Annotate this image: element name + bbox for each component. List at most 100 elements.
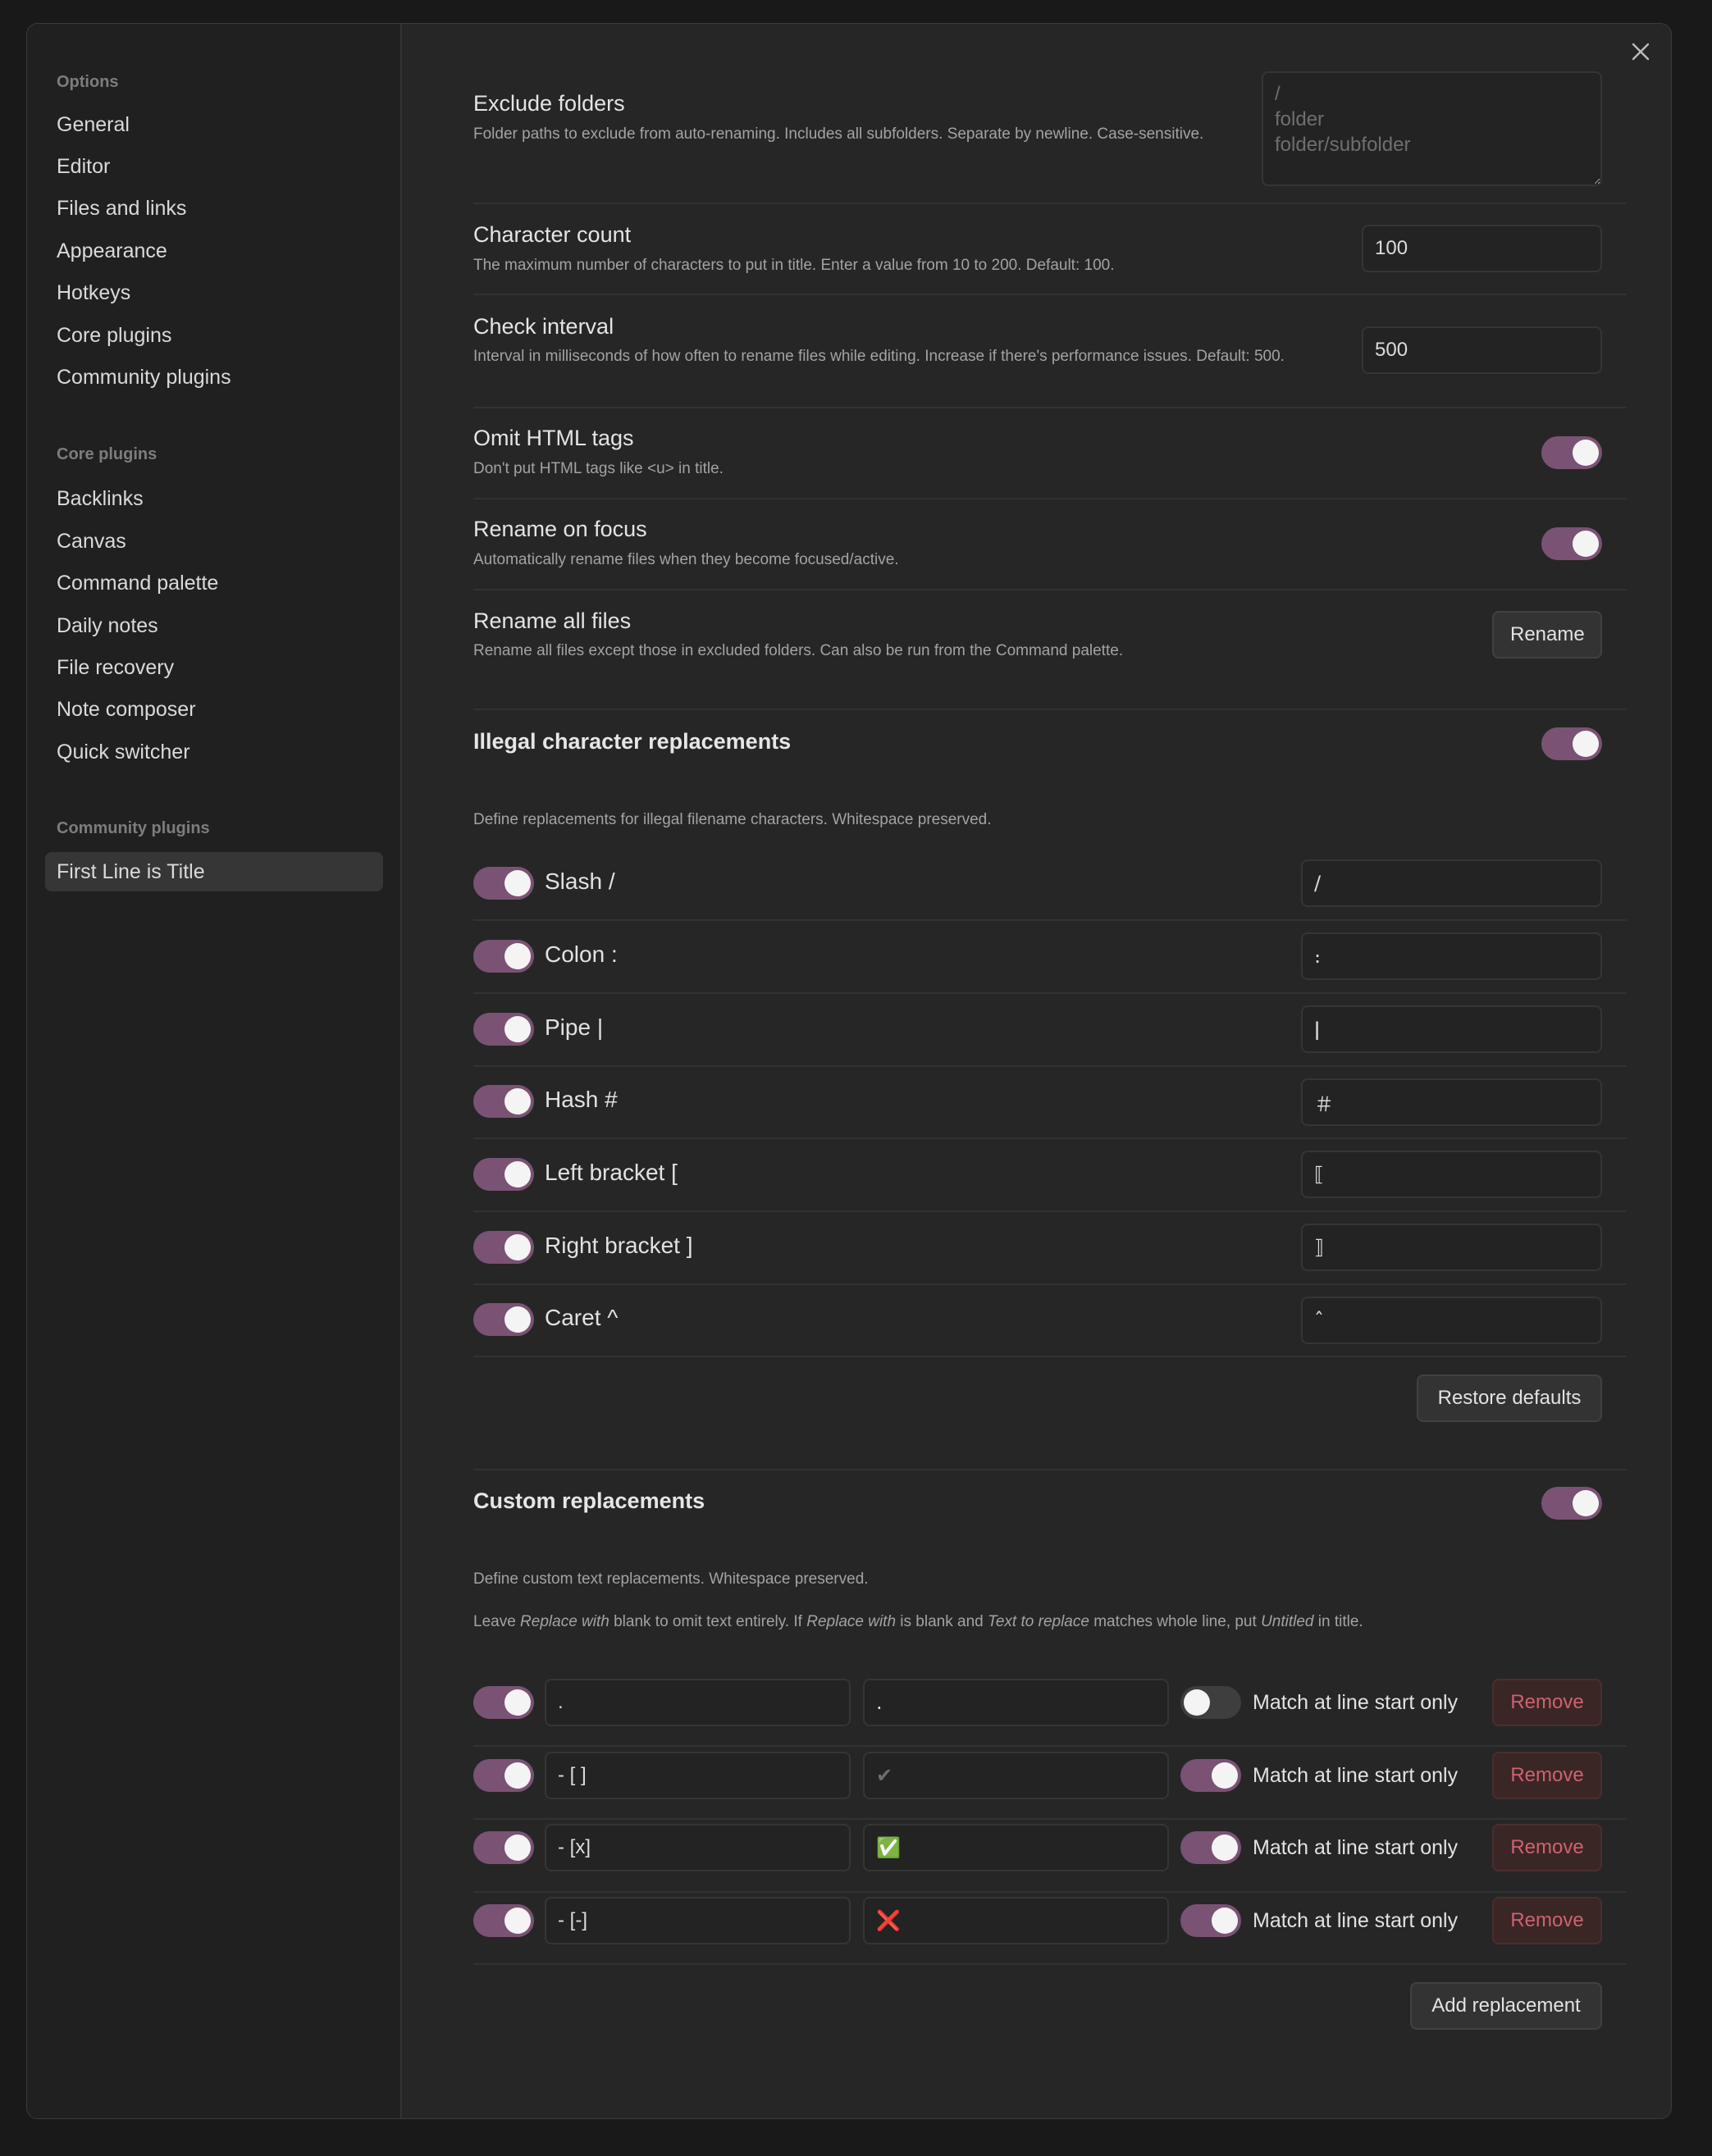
custom-row-toggle[interactable] bbox=[473, 1904, 534, 1937]
sidebar-item-hotkeys[interactable]: Hotkeys bbox=[45, 273, 383, 312]
replace-with-input[interactable] bbox=[863, 1897, 1169, 1944]
custom-row-toggle[interactable] bbox=[473, 1831, 534, 1864]
sidebar-item-canvas[interactable]: Canvas bbox=[45, 522, 383, 561]
custom-row-toggle[interactable] bbox=[473, 1686, 534, 1719]
divider bbox=[473, 1210, 1627, 1212]
sidebar-item-file-recovery[interactable]: File recovery bbox=[45, 648, 383, 687]
match-line-start-toggle[interactable] bbox=[1180, 1831, 1241, 1864]
rename-all-title: Rename all files bbox=[473, 609, 632, 633]
match-line-start-label: Match at line start only bbox=[1253, 1909, 1459, 1932]
remove-button[interactable]: Remove bbox=[1492, 1824, 1602, 1871]
text-to-replace-input[interactable] bbox=[545, 1679, 851, 1726]
rename-button[interactable]: Rename bbox=[1492, 611, 1602, 659]
caret-replacement-input[interactable] bbox=[1301, 1297, 1602, 1344]
divider bbox=[473, 1963, 1627, 1965]
divider bbox=[473, 498, 1627, 499]
illegal-toggle[interactable] bbox=[1541, 727, 1602, 760]
settings-content: Exclude folders Folder paths to exclude … bbox=[473, 24, 1627, 2118]
sidebar-group-core-plugins: Core plugins bbox=[57, 445, 158, 463]
replace-with-input[interactable] bbox=[863, 1752, 1169, 1799]
pipe-toggle[interactable] bbox=[473, 1013, 534, 1046]
pipe-replacement-input[interactable] bbox=[1301, 1005, 1602, 1053]
custom-heading: Custom replacements bbox=[473, 1488, 705, 1513]
custom-toggle[interactable] bbox=[1541, 1487, 1602, 1520]
right-bracket-toggle[interactable] bbox=[473, 1231, 534, 1264]
omit-html-title: Omit HTML tags bbox=[473, 426, 634, 450]
add-replacement-button[interactable]: Add replacement bbox=[1410, 1982, 1602, 2030]
check-interval-input[interactable] bbox=[1362, 326, 1602, 374]
sidebar-group-options: Options bbox=[57, 73, 119, 91]
match-line-start-toggle[interactable] bbox=[1180, 1759, 1241, 1792]
replace-with-input[interactable] bbox=[863, 1679, 1169, 1726]
character-count-desc: The maximum number of characters to put … bbox=[473, 257, 1115, 274]
sidebar-item-note-composer[interactable]: Note composer bbox=[45, 690, 383, 729]
divider bbox=[473, 709, 1627, 710]
slash-toggle[interactable] bbox=[473, 867, 534, 900]
omit-html-toggle[interactable] bbox=[1541, 436, 1602, 469]
sidebar-item-appearance[interactable]: Appearance bbox=[45, 231, 383, 271]
match-line-start-label: Match at line start only bbox=[1253, 1764, 1459, 1787]
divider bbox=[473, 589, 1627, 590]
caret-toggle[interactable] bbox=[473, 1303, 534, 1336]
divider bbox=[473, 1356, 1627, 1357]
sidebar-item-community-plugins[interactable]: Community plugins bbox=[45, 358, 383, 397]
remove-button[interactable]: Remove bbox=[1492, 1679, 1602, 1726]
right-bracket-replacement-input[interactable] bbox=[1301, 1224, 1602, 1271]
sidebar-group-community-plugins: Community plugins bbox=[57, 819, 210, 837]
colon-toggle[interactable] bbox=[473, 940, 534, 973]
divider bbox=[473, 1283, 1627, 1285]
sidebar-item-core-plugins[interactable]: Core plugins bbox=[45, 316, 383, 355]
hash-toggle[interactable] bbox=[473, 1085, 534, 1118]
custom-desc: Define custom text replacements. Whitesp… bbox=[473, 1570, 869, 1588]
divider bbox=[473, 1745, 1627, 1747]
check-interval-desc: Interval in milliseconds of how often to… bbox=[473, 348, 1285, 365]
sidebar-item-general[interactable]: General bbox=[45, 105, 383, 144]
right-bracket-label: Right bracket ] bbox=[545, 1233, 693, 1258]
exclude-folders-desc: Folder paths to exclude from auto-renami… bbox=[473, 125, 1204, 143]
settings-sidebar: Options General Editor Files and links A… bbox=[27, 24, 402, 2118]
character-count-input[interactable] bbox=[1362, 225, 1602, 272]
close-button[interactable] bbox=[1626, 37, 1655, 66]
slash-label: Slash / bbox=[545, 868, 615, 894]
sidebar-item-command-palette[interactable]: Command palette bbox=[45, 563, 383, 603]
colon-replacement-input[interactable] bbox=[1301, 932, 1602, 980]
illegal-heading: Illegal character replacements bbox=[473, 729, 792, 754]
divider bbox=[473, 919, 1627, 921]
sidebar-item-backlinks[interactable]: Backlinks bbox=[45, 479, 383, 518]
custom-instructions: Leave Replace with blank to omit text en… bbox=[473, 1613, 1363, 1630]
rename-focus-desc: Automatically rename files when they bec… bbox=[473, 551, 899, 568]
slash-replacement-input[interactable] bbox=[1301, 859, 1602, 907]
custom-row-toggle[interactable] bbox=[473, 1759, 534, 1792]
exclude-folders-title: Exclude folders bbox=[473, 91, 625, 116]
character-count-title: Character count bbox=[473, 222, 632, 247]
left-bracket-label: Left bracket [ bbox=[545, 1160, 678, 1185]
match-line-start-toggle[interactable] bbox=[1180, 1904, 1241, 1937]
divider bbox=[473, 294, 1627, 295]
sidebar-item-editor[interactable]: Editor bbox=[45, 147, 383, 186]
text-to-replace-input[interactable] bbox=[545, 1824, 851, 1871]
sidebar-item-files-and-links[interactable]: Files and links bbox=[45, 189, 383, 228]
match-line-start-toggle[interactable] bbox=[1180, 1686, 1241, 1719]
sidebar-item-daily-notes[interactable]: Daily notes bbox=[45, 606, 383, 645]
divider bbox=[473, 1469, 1627, 1470]
left-bracket-toggle[interactable] bbox=[473, 1158, 534, 1191]
remove-button[interactable]: Remove bbox=[1492, 1897, 1602, 1944]
text-to-replace-input[interactable] bbox=[545, 1897, 851, 1944]
sidebar-item-first-line-is-title[interactable]: First Line is Title bbox=[45, 852, 383, 891]
hash-label: Hash # bbox=[545, 1087, 618, 1112]
divider bbox=[473, 203, 1627, 204]
remove-button[interactable]: Remove bbox=[1492, 1752, 1602, 1799]
left-bracket-replacement-input[interactable] bbox=[1301, 1151, 1602, 1198]
sidebar-item-quick-switcher[interactable]: Quick switcher bbox=[45, 732, 383, 772]
close-icon bbox=[1632, 43, 1650, 61]
exclude-folders-input[interactable] bbox=[1262, 71, 1602, 186]
replace-with-input[interactable] bbox=[863, 1824, 1169, 1871]
caret-label: Caret ^ bbox=[545, 1305, 619, 1330]
hash-replacement-input[interactable] bbox=[1301, 1078, 1602, 1126]
divider bbox=[473, 1818, 1627, 1820]
colon-label: Colon : bbox=[545, 941, 618, 967]
restore-defaults-button[interactable]: Restore defaults bbox=[1417, 1374, 1602, 1422]
rename-focus-toggle[interactable] bbox=[1541, 527, 1602, 560]
text-to-replace-input[interactable] bbox=[545, 1752, 851, 1799]
divider bbox=[473, 1137, 1627, 1139]
